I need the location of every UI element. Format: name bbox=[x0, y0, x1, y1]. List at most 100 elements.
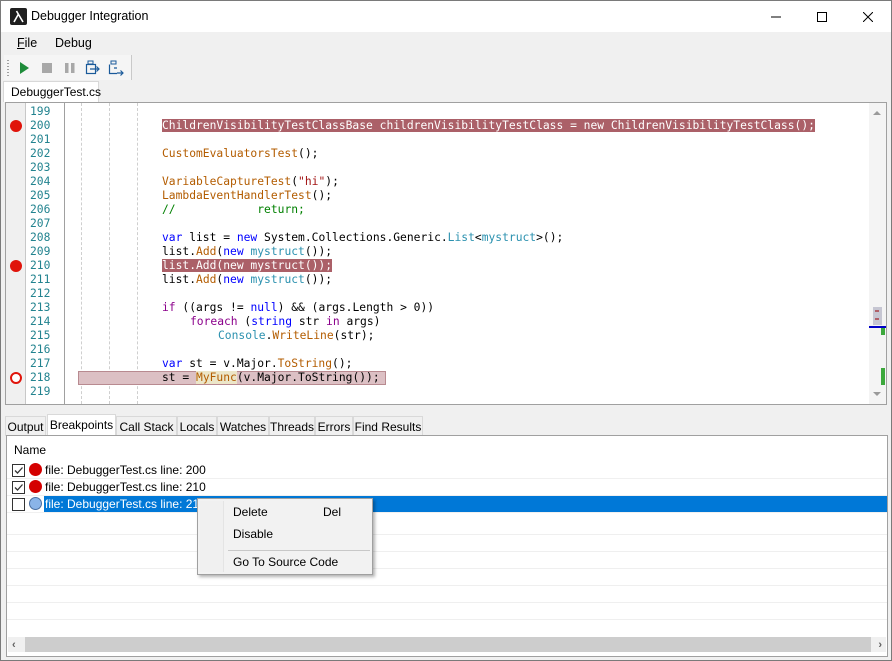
code-line[interactable]: 206 // return; bbox=[6, 203, 866, 217]
pause-icon bbox=[65, 63, 75, 73]
code-line[interactable]: 205 LambdaEventHandlerTest(); bbox=[6, 189, 866, 203]
breakpoint-row[interactable]: file: DebuggerTest.cs line: 200 bbox=[7, 462, 887, 479]
toolbar-grip[interactable] bbox=[7, 60, 9, 76]
code-line[interactable]: 203 bbox=[6, 161, 866, 175]
maximize-button[interactable] bbox=[799, 1, 845, 32]
tab-watches[interactable]: Watches bbox=[217, 416, 269, 436]
code-token: new bbox=[236, 231, 258, 244]
line-number: 202 bbox=[30, 147, 51, 160]
code-line[interactable]: 217 var st = v.Major.ToString(); bbox=[6, 357, 866, 371]
code-line[interactable]: 218 st = MyFunc(v.Major.ToString()); bbox=[6, 371, 866, 385]
line-number: 207 bbox=[30, 217, 51, 230]
scroll-up-arrow-icon[interactable] bbox=[873, 111, 881, 115]
tab-call-stack[interactable]: Call Stack bbox=[116, 416, 177, 436]
stop-button[interactable] bbox=[37, 58, 57, 78]
breakpoint-enabled-checkbox[interactable] bbox=[12, 464, 25, 477]
line-number: 215 bbox=[30, 329, 51, 342]
tab-output[interactable]: Output bbox=[5, 416, 46, 436]
code-text: list.Add(new mystruct()); bbox=[162, 259, 333, 273]
checkmark-icon bbox=[14, 467, 23, 474]
line-number: 213 bbox=[30, 301, 51, 314]
breakpoint-icon[interactable] bbox=[10, 120, 22, 132]
code-line[interactable]: 208 var list = new System.Collections.Gen… bbox=[6, 231, 866, 245]
code-token: Add bbox=[196, 273, 217, 286]
code-token: "hi" bbox=[298, 175, 326, 188]
code-line[interactable]: 209 list.Add(new mystruct()); bbox=[6, 245, 866, 259]
code-text: ChildrenVisibilityTestClassBase children… bbox=[162, 119, 815, 133]
line-number: 199 bbox=[30, 105, 51, 118]
code-line[interactable]: 219 bbox=[6, 385, 866, 399]
breakpoint-enabled-checkbox[interactable] bbox=[12, 498, 25, 511]
code-token: CustomEvaluatorsTest bbox=[162, 147, 299, 160]
window-title: Debugger Integration bbox=[31, 9, 149, 23]
tab-breakpoints[interactable]: Breakpoints bbox=[47, 414, 116, 437]
code-line[interactable]: 216 bbox=[6, 343, 866, 357]
code-token: (); bbox=[332, 357, 353, 370]
step-over-button[interactable] bbox=[106, 58, 126, 78]
line-number: 205 bbox=[30, 189, 51, 202]
code-token: WriteLine bbox=[272, 329, 334, 342]
code-token: args) bbox=[339, 315, 381, 328]
grid-line bbox=[7, 619, 887, 620]
code-text: if ((args != null) && (args.Length > 0)) bbox=[162, 301, 434, 315]
code-token: ((args != bbox=[175, 301, 251, 314]
line-number: 216 bbox=[30, 343, 51, 356]
line-number: 219 bbox=[30, 385, 51, 398]
code-editor[interactable]: 199 200 ChildrenVisibilityTestClassBase ch… bbox=[5, 102, 887, 405]
breakpoint-icon bbox=[29, 463, 42, 476]
tab-find-results[interactable]: Find Results bbox=[353, 416, 423, 436]
code-token: str bbox=[292, 315, 327, 328]
menu-item-disable[interactable]: Disable bbox=[200, 524, 370, 544]
minimize-button[interactable] bbox=[753, 1, 799, 32]
column-header-name[interactable]: Name bbox=[14, 443, 46, 457]
horizontal-scrollbar-thumb[interactable] bbox=[25, 637, 871, 652]
code-line[interactable]: 199 bbox=[6, 105, 866, 119]
code-line[interactable]: 207 bbox=[6, 217, 866, 231]
menu-debug[interactable]: Debug bbox=[55, 36, 92, 50]
tab-errors[interactable]: Errors bbox=[315, 416, 353, 436]
context-menu: Delete Del Disable Go To Source Code bbox=[197, 498, 373, 575]
breakpoint-enabled-checkbox[interactable] bbox=[12, 481, 25, 494]
disabled-breakpoint-icon[interactable] bbox=[10, 372, 22, 384]
code-line[interactable]: 215 Console.WriteLine(str); bbox=[6, 329, 866, 343]
scroll-left-arrow-icon[interactable]: ‹ bbox=[12, 639, 16, 651]
tab-locals[interactable]: Locals bbox=[177, 416, 217, 436]
code-line[interactable]: 202 CustomEvaluatorsTest(); bbox=[6, 147, 866, 161]
code-token: ( bbox=[237, 315, 252, 328]
line-number: 214 bbox=[30, 315, 51, 328]
code-line[interactable]: 204 VariableCaptureTest("hi"); bbox=[6, 175, 866, 189]
menu-item-delete-label: Delete bbox=[233, 505, 268, 519]
code-line[interactable]: 214 foreach (string str in args) bbox=[6, 315, 866, 329]
line-number: 208 bbox=[30, 231, 51, 244]
tab-debuggertest-cs[interactable]: DebuggerTest.cs bbox=[3, 81, 101, 102]
breakpoint-icon[interactable] bbox=[10, 260, 22, 272]
breakpoint-row[interactable]: file: DebuggerTest.cs line: 210 bbox=[7, 479, 887, 496]
continue-button[interactable] bbox=[14, 58, 34, 78]
pause-button[interactable] bbox=[60, 58, 80, 78]
code-line[interactable]: 201 bbox=[6, 133, 866, 147]
menu-item-delete-shortcut: Del bbox=[323, 505, 342, 519]
code-token: VariableCaptureTest bbox=[162, 175, 292, 188]
line-number: 210 bbox=[30, 259, 51, 272]
step-into-button[interactable] bbox=[83, 58, 103, 78]
code-line[interactable]: 213 if ((args != null) && (args.Length > … bbox=[6, 301, 866, 315]
menu-item-go-to-source[interactable]: Go To Source Code bbox=[200, 552, 370, 572]
code-line[interactable]: 200 ChildrenVisibilityTestClassBase child… bbox=[6, 119, 866, 133]
breakpoint-row[interactable]: file: DebuggerTest.cs line: 218 bbox=[7, 496, 887, 513]
horizontal-scrollbar[interactable]: ‹ › bbox=[8, 637, 886, 652]
scroll-down-arrow-icon[interactable] bbox=[873, 392, 881, 396]
code-line[interactable]: 212 bbox=[6, 287, 866, 301]
code-token: list. bbox=[162, 273, 197, 286]
code-token: null bbox=[250, 301, 278, 314]
menu-file[interactable]: File bbox=[17, 36, 37, 50]
editor-vertical-scrollbar[interactable] bbox=[869, 103, 886, 404]
menu-item-delete[interactable]: Delete Del bbox=[200, 502, 370, 522]
scroll-right-arrow-icon[interactable]: › bbox=[878, 639, 882, 651]
code-token: // bbox=[162, 203, 176, 216]
code-line[interactable]: 211 list.Add(new mystruct()); bbox=[6, 273, 866, 287]
close-button[interactable] bbox=[845, 1, 891, 32]
tab-threads[interactable]: Threads bbox=[269, 416, 315, 436]
code-line[interactable]: 210 list.Add(new mystruct()); bbox=[6, 259, 866, 273]
code-token: (); bbox=[298, 147, 319, 160]
menu-bar: File Debug bbox=[1, 32, 891, 54]
